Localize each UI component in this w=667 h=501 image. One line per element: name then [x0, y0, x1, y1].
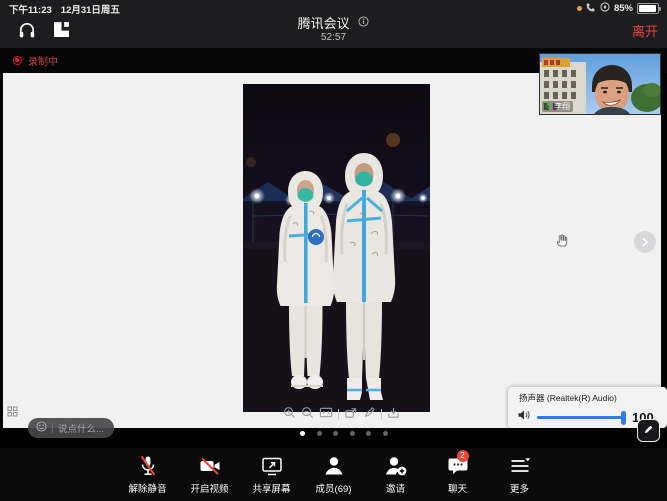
chevron-right-icon	[641, 235, 649, 250]
more-label: 更多	[510, 481, 529, 495]
participant-video-thumbnail[interactable]: 李翔	[539, 53, 661, 115]
invite-label: 邀请	[386, 481, 405, 495]
volume-slider[interactable]	[537, 416, 624, 419]
chat-input-divider	[52, 423, 53, 433]
invite-icon	[383, 453, 409, 479]
toolbar-divider	[338, 409, 339, 420]
unmute-button[interactable]: 解除静音	[127, 453, 169, 495]
unmute-label: 解除静音	[128, 481, 166, 495]
grid-view-icon[interactable]	[7, 404, 18, 415]
start-video-label: 开启视频	[190, 481, 228, 495]
chat-input[interactable]: 说点什么...	[28, 418, 114, 438]
start-video-button[interactable]: 开启视频	[189, 453, 231, 495]
actual-size-icon[interactable]	[319, 406, 333, 424]
speaker-device-label: 扬声器 (Realtek(R) Audio)	[519, 392, 617, 404]
share-screen-button[interactable]: 共享屏幕	[251, 453, 293, 495]
meeting-title-row: 腾讯会议	[0, 13, 667, 32]
volume-slider-handle[interactable]	[621, 411, 626, 425]
zoom-in-icon[interactable]	[283, 406, 296, 424]
page-dot[interactable]	[317, 431, 322, 436]
toolbar-divider	[381, 409, 382, 420]
chat-input-placeholder: 说点什么...	[58, 421, 104, 435]
share-screen-label: 共享屏幕	[252, 481, 290, 495]
shared-photo	[243, 84, 430, 412]
chat-unread-badge: 2	[457, 450, 469, 462]
speaker-icon	[517, 408, 531, 427]
annotation-button[interactable]	[637, 419, 660, 442]
meeting-control-bar: 解除静音 开启视频 共享屏幕 成员(69) 邀请	[0, 448, 667, 501]
page-indicator[interactable]	[300, 431, 388, 436]
more-menu-icon	[507, 453, 533, 479]
members-label: 成员(69)	[316, 481, 352, 495]
zoom-out-icon[interactable]	[301, 406, 314, 424]
chat-bubble-icon: 2	[445, 453, 471, 479]
recording-label[interactable]: 录制中	[28, 53, 58, 68]
annotate-pencil-icon[interactable]	[363, 406, 376, 424]
chat-button[interactable]: 2 聊天	[437, 453, 479, 495]
mic-active-icon	[545, 101, 552, 113]
participant-name-tag: 李翔	[542, 101, 573, 112]
chat-label: 聊天	[448, 481, 467, 495]
pen-icon	[642, 423, 655, 439]
image-viewer-toolbar	[283, 407, 400, 422]
page-dot[interactable]	[300, 431, 305, 436]
rotate-icon[interactable]	[344, 406, 358, 424]
camera-off-icon	[197, 453, 223, 479]
next-page-button[interactable]	[634, 231, 656, 253]
share-screen-icon	[259, 453, 285, 479]
members-button[interactable]: 成员(69)	[313, 453, 355, 495]
page-dot[interactable]	[383, 431, 388, 436]
top-bar: 下午11:23 12月31日周五 85% 腾讯会议	[0, 0, 667, 48]
invite-button[interactable]: 邀请	[375, 453, 417, 495]
meeting-title: 腾讯会议	[298, 16, 350, 31]
mic-in-use-indicator	[577, 6, 582, 11]
participant-name: 李翔	[554, 101, 570, 112]
meeting-app-window: 下午11:23 12月31日周五 85% 腾讯会议	[0, 0, 667, 501]
members-icon	[321, 453, 347, 479]
download-icon[interactable]	[387, 406, 400, 424]
page-dot[interactable]	[350, 431, 355, 436]
emoji-icon[interactable]	[36, 419, 47, 437]
page-dot[interactable]	[333, 431, 338, 436]
more-button[interactable]: 更多	[499, 453, 541, 495]
meeting-timer: 52:57	[0, 32, 667, 43]
meeting-info-icon[interactable]	[358, 15, 369, 30]
hand-cursor	[556, 233, 568, 248]
page-dot[interactable]	[366, 431, 371, 436]
leave-meeting-button[interactable]: 离开	[632, 21, 658, 40]
mic-muted-icon	[135, 453, 161, 479]
recording-icon	[13, 56, 22, 65]
